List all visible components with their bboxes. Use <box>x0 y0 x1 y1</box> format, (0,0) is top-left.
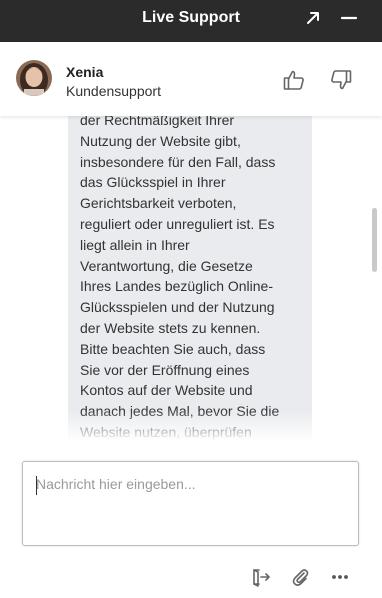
message-fade <box>0 410 382 440</box>
window-title: Live Support <box>142 9 240 26</box>
message-line: Kontos auf der Website und <box>80 382 253 399</box>
message-line: Gerichtsbarkeit verboten, <box>80 195 237 212</box>
message-line: Nutzung der Website gibt, <box>80 132 241 149</box>
message-line: Sie vor der Eröffnung eines <box>80 361 250 378</box>
agent-message-bubble: der Rechtmäßigkeit Ihrer Nutzung der Webs… <box>68 116 312 440</box>
message-line: liegt allein in Ihrer <box>80 236 190 253</box>
message-list[interactable]: der Rechtmäßigkeit Ihrer Nutzung der Webs… <box>0 116 382 440</box>
agent-header: Xenia Kundensupport <box>0 42 382 116</box>
message-input[interactable] <box>23 462 358 545</box>
minimize-icon[interactable] <box>339 8 359 28</box>
message-line: Glücksspielen und der Nutzung <box>80 299 275 316</box>
message-line: reguliert oder unreguliert ist. Es <box>80 215 275 232</box>
chat-titlebar: Live Support <box>0 0 382 42</box>
agent-avatar <box>16 60 52 96</box>
exit-chat-icon[interactable] <box>250 566 272 588</box>
thumbs-down-icon[interactable] <box>329 68 353 92</box>
text-caret <box>36 476 37 495</box>
attach-icon[interactable] <box>289 566 311 588</box>
thumbs-up-icon[interactable] <box>282 68 306 92</box>
agent-role: Kundensupport <box>66 83 161 99</box>
message-line: das Glücksspiel in Ihrer <box>80 174 226 191</box>
message-line: insbesondere für den Fall, dass <box>80 153 276 170</box>
message-line: Verantwortung, die Gesetze <box>80 257 253 274</box>
agent-name: Xenia <box>66 64 104 80</box>
arrow-expand-icon[interactable] <box>303 8 323 28</box>
message-input-container[interactable] <box>22 461 359 546</box>
message-scrollbar[interactable] <box>372 208 377 272</box>
message-line: Ihres Landes bezüglich Online- <box>80 278 274 295</box>
more-options-icon[interactable] <box>329 566 351 588</box>
message-line: der Website stets zu kennen. <box>80 319 261 336</box>
message-line: Bitte beachten Sie auch, dass <box>80 340 266 357</box>
message-line: der Rechtmäßigkeit Ihrer <box>80 116 235 128</box>
